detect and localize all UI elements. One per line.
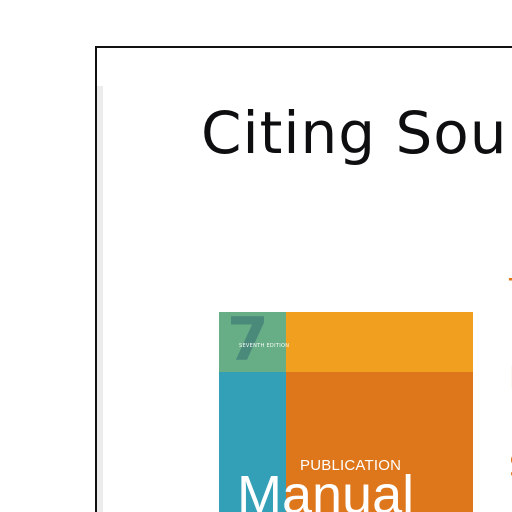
cover-edition-number: 7 (227, 312, 269, 375)
slide-edge-shadow (97, 86, 103, 512)
cover-block-yellow (286, 312, 473, 372)
screen: Citing Sou 7 SEVENTH EDITION PUBLICATION… (0, 0, 512, 512)
cover-manual-label: Manual (237, 465, 415, 512)
presentation-slide: Citing Sou 7 SEVENTH EDITION PUBLICATION… (95, 46, 512, 512)
apa-manual-cover-image: 7 SEVENTH EDITION PUBLICATION Manual (219, 312, 473, 512)
cover-edition-label: SEVENTH EDITION (239, 343, 290, 349)
slide-title: Citing Sou (201, 99, 508, 167)
